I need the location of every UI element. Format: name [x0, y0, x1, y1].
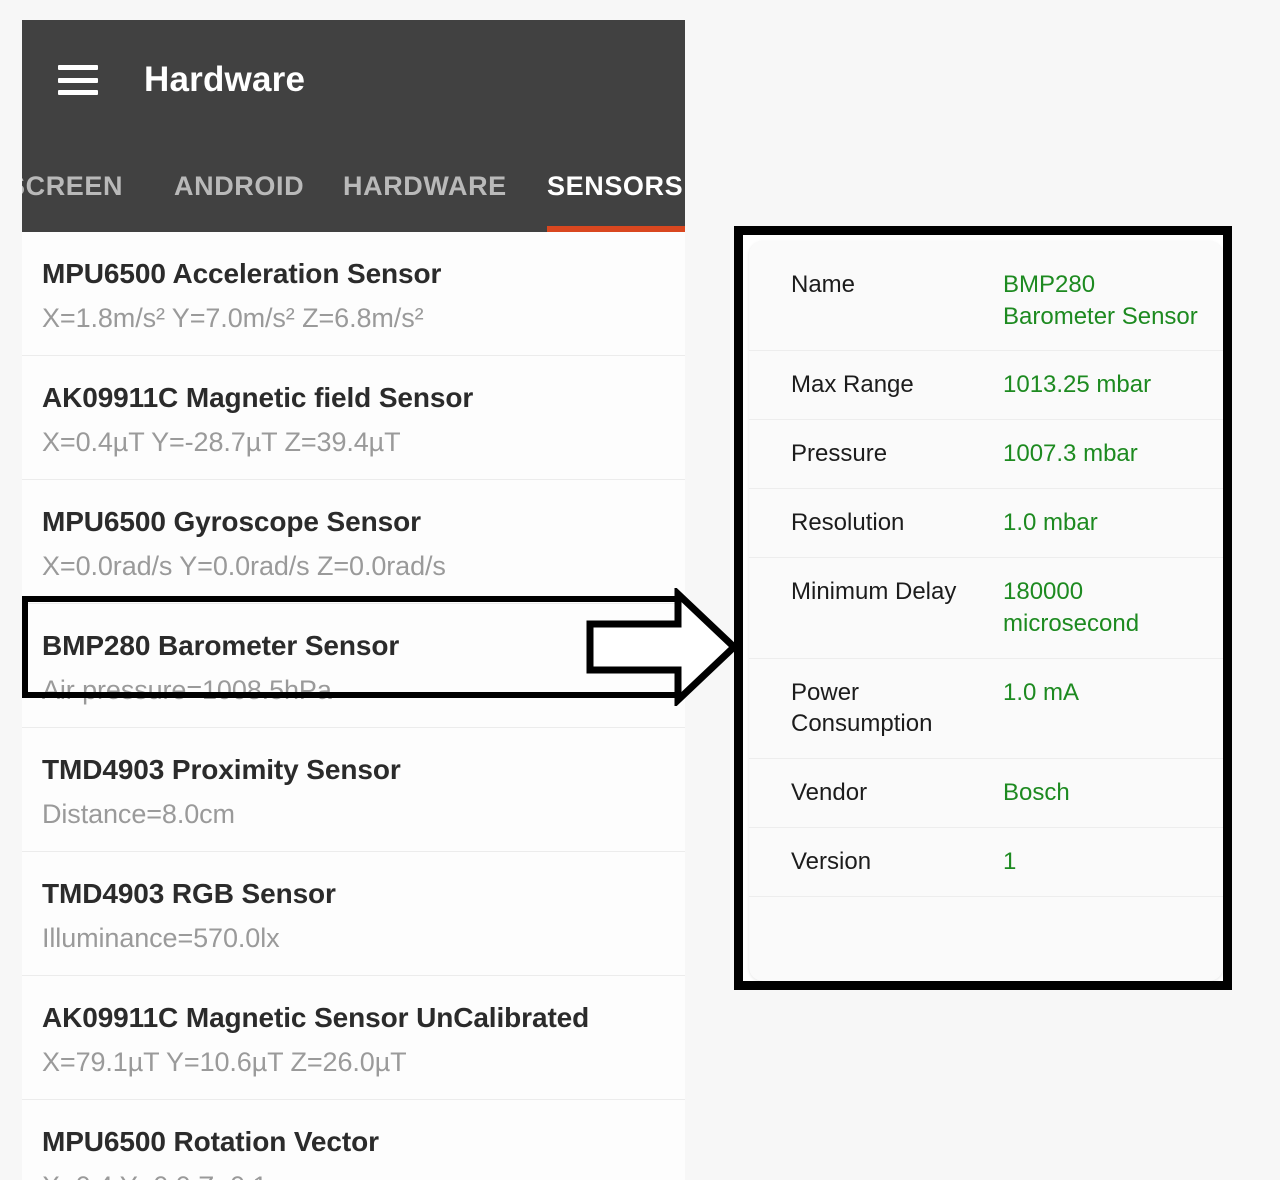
sensor-name: AK09911C Magnetic field Sensor	[42, 382, 474, 413]
detail-row-pressure: Pressure 1007.3 mbar	[749, 420, 1223, 490]
screenshot-root: Hardware SCREEN ANDROID HARDWARE SENSORS…	[0, 0, 1280, 1180]
sensor-list[interactable]: MPU6500 Acceleration Sensor X=1.8m/s² Y=…	[22, 232, 685, 1180]
hamburger-menu-icon[interactable]	[58, 65, 98, 95]
list-item[interactable]: MPU6500 Rotation Vector X=0.4 Y=0.0 Z=0.…	[22, 1100, 685, 1180]
detail-row-name: Name BMP280 Barometer Sensor	[749, 251, 1223, 352]
sensor-readings: Air pressure=1008.5hPa	[42, 674, 332, 705]
detail-row-vendor: Vendor Bosch	[749, 759, 1223, 829]
detail-label: Max Range	[791, 371, 914, 399]
detail-card: Name BMP280 Barometer Sensor Max Range 1…	[749, 241, 1223, 981]
detail-value: Bosch	[1003, 779, 1070, 807]
detail-row-power-consumption: Power Consumption 1.0 mA	[749, 659, 1223, 760]
sensor-readings: Illuminance=570.0lx	[42, 922, 280, 953]
sensor-name: MPU6500 Acceleration Sensor	[42, 258, 442, 289]
detail-label: Resolution	[791, 509, 905, 537]
detail-value: 1.0 mA	[1003, 678, 1080, 706]
phone-screen: Hardware SCREEN ANDROID HARDWARE SENSORS…	[22, 20, 685, 1180]
list-item[interactable]: MPU6500 Acceleration Sensor X=1.8m/s² Y=…	[22, 232, 685, 356]
sensor-name: BMP280 Barometer Sensor	[42, 630, 400, 661]
tab-android-label: ANDROID	[174, 170, 305, 201]
sensor-readings: Distance=8.0cm	[42, 798, 235, 829]
detail-row-resolution: Resolution 1.0 mbar	[749, 489, 1223, 559]
detail-row-version: Version 1	[749, 828, 1223, 898]
sensor-readings: X=0.0rad/s Y=0.0rad/s Z=0.0rad/s	[42, 550, 446, 581]
list-item[interactable]: AK09911C Magnetic field Sensor X=0.4µT Y…	[22, 356, 685, 480]
tab-hardware-label: HARDWARE	[343, 170, 507, 201]
app-bar: Hardware	[22, 20, 685, 140]
detail-label: Power Consumption	[791, 678, 933, 738]
list-item[interactable]: TMD4903 RGB Sensor Illuminance=570.0lx	[22, 852, 685, 976]
detail-value: 1	[1003, 848, 1017, 876]
detail-value: 1013.25 mbar	[1003, 371, 1152, 399]
tab-hardware[interactable]: HARDWARE	[343, 140, 507, 232]
list-item[interactable]: MPU6500 Gyroscope Sensor X=0.0rad/s Y=0.…	[22, 480, 685, 604]
list-item[interactable]: TMD4903 Proximity Sensor Distance=8.0cm	[22, 728, 685, 852]
active-tab-indicator	[547, 226, 685, 232]
detail-value: 180000 microsecond	[1003, 578, 1140, 638]
page-title: Hardware	[144, 60, 306, 99]
detail-label: Vendor	[791, 779, 868, 807]
sensor-readings: X=1.8m/s² Y=7.0m/s² Z=6.8m/s²	[42, 302, 424, 333]
detail-row-minimum-delay: Minimum Delay 180000 microsecond	[749, 558, 1223, 659]
sensor-name: AK09911C Magnetic Sensor UnCalibrated	[42, 1002, 590, 1033]
tab-sensors-label: SENSORS	[547, 170, 684, 201]
sensor-readings: X=0.4µT Y=-28.7µT Z=39.4µT	[42, 426, 401, 457]
detail-rows: Name BMP280 Barometer Sensor Max Range 1…	[749, 241, 1223, 898]
sensor-name: TMD4903 RGB Sensor	[42, 878, 336, 909]
tab-screen-label: SCREEN	[22, 170, 124, 201]
sensor-readings: X=0.4 Y=0.0 Z=0.1	[42, 1165, 685, 1180]
tab-android[interactable]: ANDROID	[174, 140, 304, 232]
tab-screen[interactable]: SCREEN	[22, 140, 123, 232]
list-item[interactable]: AK09911C Magnetic Sensor UnCalibrated X=…	[22, 976, 685, 1100]
sensor-name: MPU6500 Rotation Vector	[42, 1126, 379, 1157]
list-item-selected[interactable]: BMP280 Barometer Sensor Air pressure=100…	[22, 604, 685, 728]
detail-value: BMP280 Barometer Sensor	[1003, 271, 1198, 330]
detail-label: Minimum Delay	[791, 578, 957, 606]
tab-bar: SCREEN ANDROID HARDWARE SENSORS	[22, 140, 685, 232]
detail-label: Pressure	[791, 440, 888, 468]
sensor-name: MPU6500 Gyroscope Sensor	[42, 506, 421, 537]
tab-sensors[interactable]: SENSORS	[547, 140, 683, 232]
detail-row-max-range: Max Range 1013.25 mbar	[749, 351, 1223, 421]
sensor-readings: X=79.1µT Y=10.6µT Z=26.0µT	[42, 1046, 407, 1077]
detail-label: Version	[791, 848, 872, 876]
detail-value: 1007.3 mbar	[1003, 440, 1138, 468]
sensor-detail-panel: Name BMP280 Barometer Sensor Max Range 1…	[734, 226, 1232, 990]
sensor-name: TMD4903 Proximity Sensor	[42, 754, 401, 785]
detail-label: Name	[791, 271, 856, 298]
detail-value: 1.0 mbar	[1003, 509, 1098, 537]
